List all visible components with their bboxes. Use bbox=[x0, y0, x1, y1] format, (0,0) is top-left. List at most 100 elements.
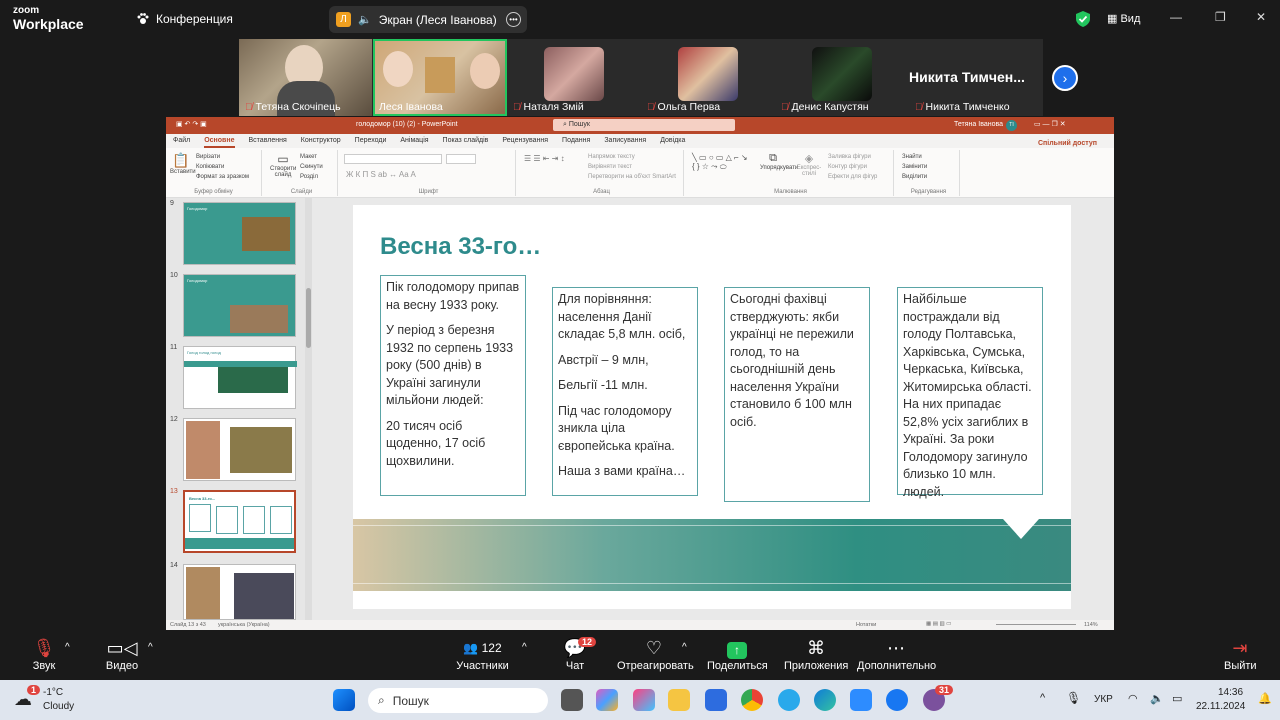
store-icon[interactable] bbox=[705, 689, 727, 711]
find-button[interactable]: Знайти bbox=[902, 154, 922, 160]
ppt-window-controls[interactable]: ▭ — ❐ ✕ bbox=[1034, 120, 1066, 128]
shape-fill-button[interactable]: Заливка фігури bbox=[828, 154, 871, 160]
notification-icon[interactable]: 🔔 bbox=[1258, 692, 1272, 705]
copy-button[interactable]: Копіювати bbox=[196, 164, 224, 170]
copilot-icon[interactable] bbox=[596, 689, 618, 711]
volume-icon[interactable]: 🔈 bbox=[1150, 692, 1164, 705]
react-button[interactable]: ♡ Отреагировать bbox=[617, 636, 694, 672]
ppt-search-box[interactable]: ⌕ Пошук bbox=[553, 119, 735, 131]
participant-tile[interactable]: 🎙̸ Тетяна Скочіпець bbox=[239, 39, 373, 116]
tab-help[interactable]: Довідка bbox=[660, 134, 685, 148]
view-menu[interactable]: ▦ Вид bbox=[1107, 12, 1140, 25]
text-box-4[interactable]: Найбільше постраждали від голоду Полтавс… bbox=[897, 287, 1043, 499]
more-button[interactable]: ⋯ Дополнительно bbox=[857, 636, 936, 672]
next-page-button[interactable]: › bbox=[1052, 65, 1078, 91]
ppt-share-button[interactable]: Спільний доступ bbox=[1038, 137, 1097, 147]
slide-thumbnail[interactable]: Голодомор bbox=[183, 202, 296, 265]
tab-record[interactable]: Записування bbox=[604, 134, 646, 148]
select-button[interactable]: Виділити bbox=[902, 174, 927, 180]
facebook-icon[interactable] bbox=[886, 689, 908, 711]
participants-button[interactable]: 👥 122 Участники bbox=[455, 636, 510, 672]
participant-tile[interactable]: 🎙̸ Денис Капустян bbox=[775, 39, 909, 116]
chevron-up-icon[interactable]: ^ bbox=[148, 642, 153, 653]
audio-button[interactable]: 🎙 Звук bbox=[30, 636, 58, 672]
arrange-button[interactable]: ⧉ Упорядкувати bbox=[760, 152, 798, 171]
zoom-slider[interactable] bbox=[996, 624, 1076, 625]
slide-thumbnail[interactable] bbox=[183, 418, 296, 481]
editor-scrollbar[interactable] bbox=[1107, 198, 1114, 620]
taskbar-search[interactable]: ⌕ Пошук bbox=[368, 688, 548, 713]
task-view-icon[interactable] bbox=[561, 689, 583, 711]
tab-transitions[interactable]: Переходи bbox=[355, 134, 387, 148]
slide-thumbnail-selected[interactable]: Весна 33-го... bbox=[183, 490, 296, 553]
font-format-buttons[interactable]: Ж К П S ab ↔ Aa A bbox=[346, 170, 416, 179]
scrollbar-thumb[interactable] bbox=[306, 288, 311, 348]
tab-slideshow[interactable]: Показ слайдів bbox=[443, 134, 489, 148]
text-direction-button[interactable]: Напрямок тексту bbox=[588, 154, 635, 160]
thumbnail-scrollbar[interactable] bbox=[305, 198, 312, 620]
slide-title[interactable]: Весна 33-го… bbox=[380, 233, 541, 261]
share-screen-button[interactable]: ↑ Поделиться bbox=[707, 636, 768, 672]
minimize-icon[interactable]: — bbox=[1170, 10, 1182, 24]
slide-thumbnail[interactable] bbox=[183, 564, 296, 620]
shape-outline-button[interactable]: Контур фігури bbox=[828, 164, 867, 170]
view-buttons[interactable]: ▦ ▤ ▥ ▭ bbox=[926, 621, 951, 627]
language-indicator[interactable]: українська (Україна) bbox=[218, 622, 270, 628]
tab-design[interactable]: Конструктор bbox=[301, 134, 341, 148]
text-box-1[interactable]: Пік голодомору припав на весну 1933 року… bbox=[380, 275, 526, 496]
participant-tile-active[interactable]: Леся Іванова bbox=[373, 39, 507, 116]
new-slide-button[interactable]: ▭ Створити слайд bbox=[270, 152, 296, 178]
slide-thumbnail[interactable]: Голод голод голод bbox=[183, 346, 297, 409]
conference-button[interactable]: Конференция bbox=[136, 12, 233, 26]
reset-button[interactable]: Скинути bbox=[300, 164, 323, 170]
paste-button[interactable]: 📋 Вставити bbox=[170, 152, 196, 175]
font-size-select[interactable] bbox=[446, 154, 476, 164]
shape-effects-button[interactable]: Ефекти для фігур bbox=[828, 174, 877, 180]
tab-review[interactable]: Рецензування bbox=[502, 134, 548, 148]
replace-button[interactable]: Замінити bbox=[902, 164, 927, 170]
font-family-select[interactable] bbox=[344, 154, 442, 164]
text-box-3[interactable]: Сьогодні фахівці стверджують: якби украї… bbox=[724, 287, 870, 502]
tab-view[interactable]: Подання bbox=[562, 134, 590, 148]
slide-thumbnail[interactable]: Голодомор bbox=[183, 274, 296, 337]
chevron-up-icon[interactable]: ^ bbox=[522, 642, 527, 653]
quick-styles-button[interactable]: ◈ Експрес-стилі bbox=[796, 152, 822, 177]
start-icon[interactable] bbox=[333, 689, 355, 711]
format-painter-button[interactable]: Формат за зразком bbox=[196, 174, 249, 180]
clock-time[interactable]: 14:36 bbox=[1218, 687, 1243, 698]
align-text-button[interactable]: Вирівняти текст bbox=[588, 164, 632, 170]
chevron-up-icon[interactable]: ^ bbox=[682, 642, 687, 653]
chevron-up-icon[interactable]: ^ bbox=[65, 642, 70, 653]
video-button[interactable]: ▭◁ Видео bbox=[104, 636, 140, 672]
current-slide[interactable]: Весна 33-го… Пік голодомору припав на ве… bbox=[353, 205, 1071, 609]
notes-button[interactable]: Нотатки bbox=[856, 622, 876, 628]
more-options-icon[interactable]: ••• bbox=[506, 12, 521, 27]
tab-home[interactable]: Основне bbox=[204, 134, 235, 148]
text-box-2[interactable]: Для порівняння: населення Данії складає … bbox=[552, 287, 698, 496]
tab-file[interactable]: Файл bbox=[173, 134, 190, 148]
language-indicator[interactable]: УКР bbox=[1094, 694, 1113, 705]
save-icon[interactable]: ▣ ↶ ↷ ▣ bbox=[176, 120, 207, 128]
tab-animations[interactable]: Анімація bbox=[400, 134, 428, 148]
chrome-icon[interactable] bbox=[741, 689, 763, 711]
photos-icon[interactable] bbox=[633, 689, 655, 711]
microphone-icon[interactable]: 🎙 bbox=[1066, 691, 1081, 705]
zoom-taskbar-icon[interactable] bbox=[850, 689, 872, 711]
screen-share-pill[interactable]: Л 🔈 Экран (Леся Іванова) ••• bbox=[329, 6, 527, 33]
smartart-button[interactable]: Перетворити на об'єкт SmartArt bbox=[588, 174, 676, 180]
shapes-gallery[interactable]: ╲ ▭ ○ ▭ △ ⌐ ↘ { } ☆ ⤳ ⬭ bbox=[692, 153, 752, 172]
battery-icon[interactable]: ▭ bbox=[1172, 692, 1182, 705]
leave-button[interactable]: ⇥ Выйти bbox=[1224, 636, 1257, 672]
list-buttons[interactable]: ☰ ☰ ⇤ ⇥ ↕ bbox=[524, 154, 565, 163]
wifi-icon[interactable]: ◠ bbox=[1128, 692, 1138, 705]
ppt-user-avatar[interactable]: ТІ bbox=[1006, 120, 1017, 131]
shield-icon[interactable] bbox=[1075, 10, 1091, 28]
zoom-level[interactable]: 114% bbox=[1084, 622, 1098, 628]
apps-button[interactable]: ⌘ Приложения bbox=[784, 636, 848, 672]
telegram-icon[interactable] bbox=[778, 689, 800, 711]
section-button[interactable]: Розділ bbox=[300, 174, 318, 180]
clock-date[interactable]: 22.11.2024 bbox=[1196, 701, 1245, 712]
cut-button[interactable]: Вирізати bbox=[196, 154, 220, 160]
tab-insert[interactable]: Вставлення bbox=[249, 134, 287, 148]
close-icon[interactable]: ✕ bbox=[1256, 10, 1266, 24]
